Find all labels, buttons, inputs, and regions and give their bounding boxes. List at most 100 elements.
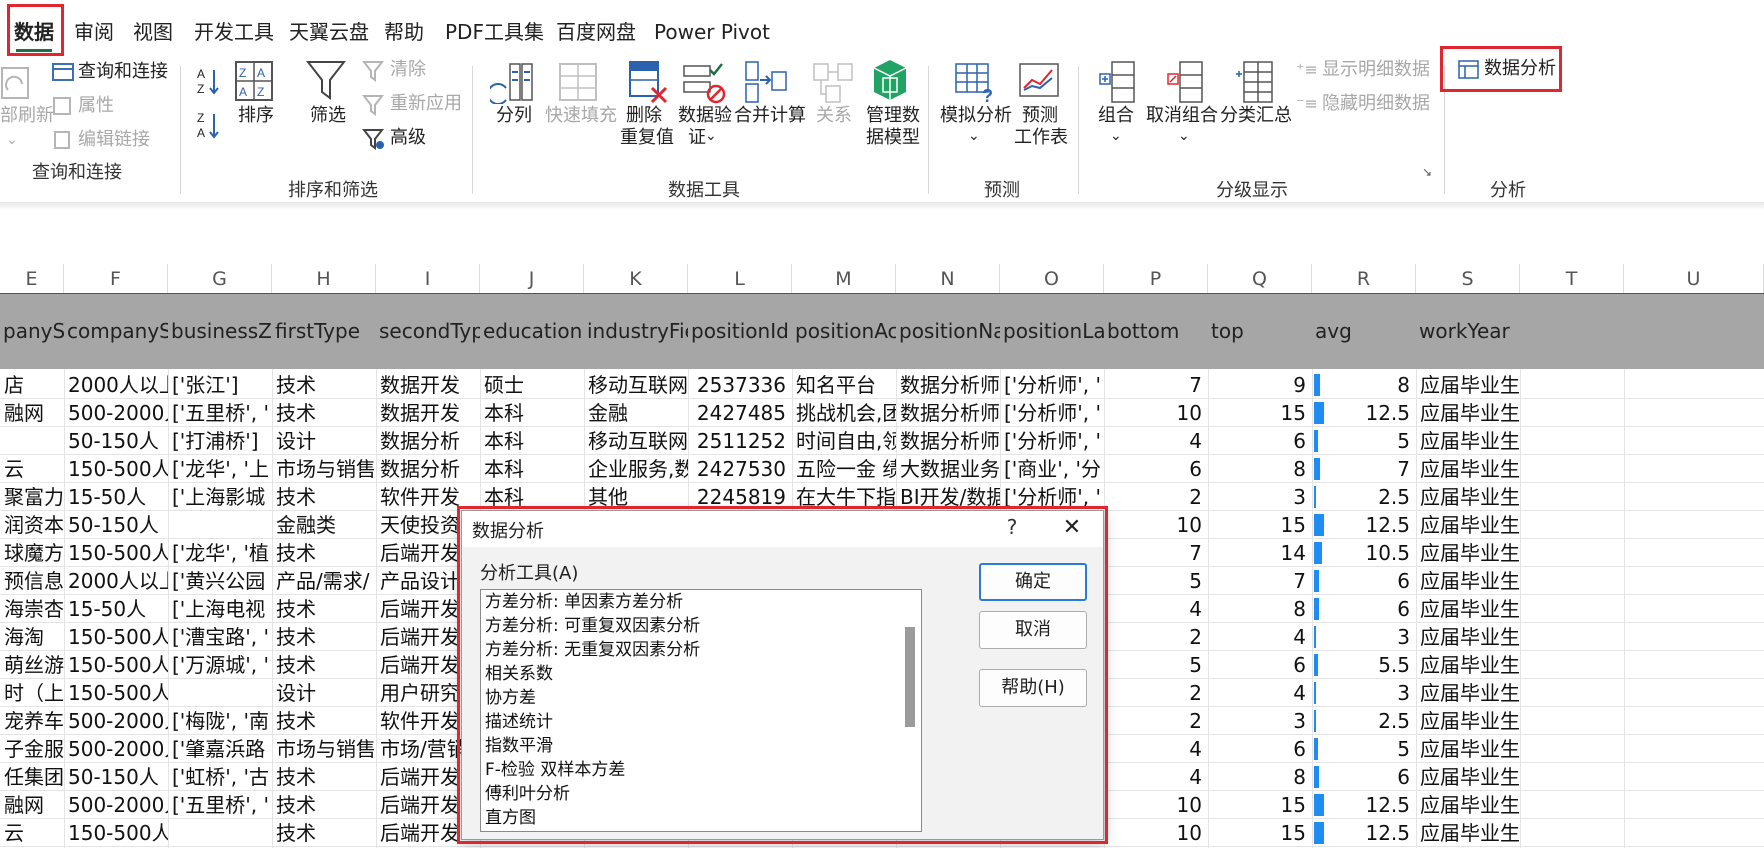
tab-developer[interactable]: 开发工具 bbox=[194, 14, 274, 50]
column-header-q[interactable]: Q bbox=[1208, 264, 1312, 294]
table-cell[interactable]: 融网 bbox=[0, 791, 64, 819]
table-cell[interactable]: ['分析师', ' bbox=[1000, 427, 1104, 455]
table-cell[interactable]: ['上海电视 bbox=[168, 595, 272, 623]
table-cell[interactable] bbox=[0, 427, 64, 455]
header-cell[interactable]: positionAc bbox=[792, 294, 896, 369]
table-cell[interactable]: 12.5 bbox=[1312, 819, 1416, 847]
table-cell[interactable]: 应届毕业生 bbox=[1416, 679, 1520, 707]
column-header-f[interactable]: F bbox=[64, 264, 168, 294]
table-cell[interactable]: 10 bbox=[1104, 511, 1208, 539]
table-cell[interactable]: 7 bbox=[1208, 567, 1312, 595]
edit-links-button[interactable]: 编辑链接 bbox=[78, 128, 150, 152]
table-cell[interactable]: 时（上海 bbox=[0, 679, 64, 707]
table-cell[interactable]: 150-500人 bbox=[64, 819, 168, 847]
data-validation-dropdown-icon[interactable]: ⌄ bbox=[705, 124, 717, 148]
table-cell[interactable]: 应届毕业生 bbox=[1416, 399, 1520, 427]
table-cell[interactable]: 50-150人 bbox=[64, 511, 168, 539]
table-cell[interactable]: ['龙华', '植 bbox=[168, 539, 272, 567]
header-cell[interactable]: positionNa bbox=[896, 294, 1000, 369]
table-cell[interactable]: 应届毕业生 bbox=[1416, 539, 1520, 567]
table-cell[interactable]: 融网 bbox=[0, 399, 64, 427]
tab-help[interactable]: 帮助 bbox=[384, 14, 424, 50]
table-cell[interactable]: 硕士 bbox=[480, 371, 584, 399]
table-cell[interactable]: 技术 bbox=[272, 707, 376, 735]
sort-az-icon[interactable]: A Z bbox=[195, 66, 221, 96]
column-header-l[interactable]: L bbox=[688, 264, 792, 294]
table-cell[interactable]: 挑战机会,团 bbox=[792, 399, 896, 427]
column-header-e[interactable]: E bbox=[0, 264, 64, 294]
tab-review[interactable]: 审阅 bbox=[74, 14, 114, 50]
table-cell[interactable]: 店 bbox=[0, 371, 64, 399]
table-cell[interactable]: 技术 bbox=[272, 763, 376, 791]
table-cell[interactable]: 任集团火 bbox=[0, 763, 64, 791]
table-cell[interactable]: 4 bbox=[1208, 679, 1312, 707]
header-cell[interactable]: businessZo bbox=[168, 294, 272, 369]
table-cell[interactable]: 应届毕业生 bbox=[1416, 595, 1520, 623]
table-cell[interactable]: 6 bbox=[1312, 567, 1416, 595]
table-cell[interactable]: 数据分析 bbox=[376, 455, 480, 483]
column-header-h[interactable]: H bbox=[272, 264, 376, 294]
table-cell[interactable]: 技术 bbox=[272, 595, 376, 623]
table-cell[interactable]: 应届毕业生 bbox=[1416, 623, 1520, 651]
table-cell[interactable]: 应届毕业生 bbox=[1416, 483, 1520, 511]
table-cell[interactable]: 15-50人 bbox=[64, 483, 168, 511]
table-cell[interactable]: 12.5 bbox=[1312, 399, 1416, 427]
header-cell[interactable]: positionId bbox=[688, 294, 792, 369]
table-cell[interactable]: 数据分析师 bbox=[896, 427, 1000, 455]
table-cell[interactable]: 3 bbox=[1208, 483, 1312, 511]
table-cell[interactable]: ['黄兴公园 bbox=[168, 567, 272, 595]
header-cell[interactable]: top bbox=[1208, 294, 1312, 369]
table-cell[interactable]: 技术 bbox=[272, 399, 376, 427]
table-cell[interactable]: 移动互联网 bbox=[584, 427, 688, 455]
table-cell[interactable]: 润资本 bbox=[0, 511, 64, 539]
table-cell[interactable]: 子金服 bbox=[0, 735, 64, 763]
table-cell[interactable]: 五险一金 绩 bbox=[792, 455, 896, 483]
table-cell[interactable]: 8 bbox=[1208, 595, 1312, 623]
table-cell[interactable]: 8 bbox=[1312, 371, 1416, 399]
tab-tianyi-cloud[interactable]: 天翼云盘 bbox=[289, 14, 369, 50]
table-cell[interactable]: ['龙华', '上 bbox=[168, 455, 272, 483]
table-cell[interactable]: 10.5 bbox=[1312, 539, 1416, 567]
table-cell[interactable]: 数据分析师 bbox=[896, 371, 1000, 399]
table-cell[interactable]: 150-500人 bbox=[64, 539, 168, 567]
table-cell[interactable]: 移动互联网 bbox=[584, 371, 688, 399]
table-cell[interactable]: ['分析师', ' bbox=[1000, 371, 1104, 399]
table-cell[interactable]: ['张江'] bbox=[168, 371, 272, 399]
table-cell[interactable]: ['肇嘉浜路 bbox=[168, 735, 272, 763]
table-cell[interactable]: 预信息 bbox=[0, 567, 64, 595]
table-cell[interactable] bbox=[168, 511, 272, 539]
table-cell[interactable]: 3 bbox=[1312, 679, 1416, 707]
header-cell[interactable]: workYear bbox=[1416, 294, 1520, 369]
table-cell[interactable]: 金融类 bbox=[272, 511, 376, 539]
table-cell[interactable]: 3 bbox=[1208, 707, 1312, 735]
table-cell[interactable]: 5 bbox=[1312, 735, 1416, 763]
table-cell[interactable]: 技术 bbox=[272, 483, 376, 511]
consolidate-button[interactable]: 合并计算 bbox=[734, 104, 806, 128]
ungroup-dropdown-icon[interactable]: ⌄ bbox=[1178, 124, 1190, 148]
what-if-dropdown-icon[interactable]: ⌄ bbox=[968, 124, 980, 148]
column-header-p[interactable]: P bbox=[1104, 264, 1208, 294]
header-cell[interactable]: education bbox=[480, 294, 584, 369]
table-cell[interactable]: 应届毕业生 bbox=[1416, 735, 1520, 763]
flash-fill-button[interactable]: 快速填充 bbox=[545, 104, 617, 128]
table-cell[interactable]: ['梅陇', '南 bbox=[168, 707, 272, 735]
column-header-s[interactable]: S bbox=[1416, 264, 1520, 294]
table-cell[interactable]: 产品/需求/ bbox=[272, 567, 376, 595]
table-cell[interactable]: 4 bbox=[1208, 623, 1312, 651]
table-cell[interactable]: 云 bbox=[0, 455, 64, 483]
table-cell[interactable]: 10 bbox=[1104, 819, 1208, 847]
table-cell[interactable]: 3 bbox=[1312, 623, 1416, 651]
table-cell[interactable]: 技术 bbox=[272, 819, 376, 847]
table-cell[interactable]: 时间自由,领 bbox=[792, 427, 896, 455]
relationships-button[interactable]: 关系 bbox=[816, 104, 852, 128]
header-cell[interactable]: companyS bbox=[64, 294, 168, 369]
table-cell[interactable]: 市场与销售 bbox=[272, 455, 376, 483]
table-cell[interactable]: 6 bbox=[1208, 735, 1312, 763]
table-cell[interactable]: 150-500人 bbox=[64, 623, 168, 651]
column-header-r[interactable]: R bbox=[1312, 264, 1416, 294]
table-cell[interactable]: 4 bbox=[1104, 427, 1208, 455]
table-cell[interactable]: 500-2000人 bbox=[64, 791, 168, 819]
column-header-m[interactable]: M bbox=[792, 264, 896, 294]
table-cell[interactable]: 本科 bbox=[480, 399, 584, 427]
table-cell[interactable]: 150-500人 bbox=[64, 651, 168, 679]
